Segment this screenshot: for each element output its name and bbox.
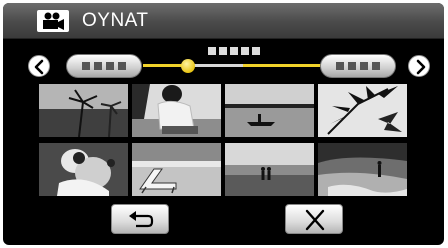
seated-person-thumbnail[interactable] xyxy=(132,84,221,137)
silhouette-couple-thumbnail[interactable] xyxy=(225,143,314,196)
next-date-button[interactable] xyxy=(320,54,396,78)
chevron-right-icon xyxy=(416,59,426,75)
shore-walk-thumbnail[interactable] xyxy=(318,143,407,196)
date-slider-knob[interactable] xyxy=(181,59,195,73)
previous-page-button[interactable] xyxy=(28,55,50,77)
palm-beach-thumbnail[interactable] xyxy=(39,84,128,137)
close-button[interactable] xyxy=(285,204,343,234)
canoe-sunset-thumbnail[interactable] xyxy=(225,84,314,137)
current-date-label xyxy=(208,47,260,55)
back-button[interactable] xyxy=(111,204,169,234)
return-arrow-icon xyxy=(129,211,154,228)
couple-hug-thumbnail[interactable] xyxy=(39,143,128,196)
previous-date-button[interactable] xyxy=(66,54,142,78)
header-bar: OYNAT xyxy=(3,3,444,39)
date-placeholder xyxy=(336,62,380,70)
next-page-button[interactable] xyxy=(408,55,430,77)
playback-screen: OYNAT xyxy=(3,3,444,245)
thumbnail-grid xyxy=(39,84,407,196)
close-icon xyxy=(305,209,325,231)
page-title: OYNAT xyxy=(82,10,149,31)
movie-camera-icon xyxy=(37,10,69,32)
beach-chair-thumbnail[interactable] xyxy=(132,143,221,196)
palm-leaves-thumbnail[interactable] xyxy=(318,84,407,137)
date-placeholder xyxy=(82,62,126,70)
chevron-left-icon xyxy=(34,59,44,75)
date-slider-range xyxy=(193,64,243,67)
